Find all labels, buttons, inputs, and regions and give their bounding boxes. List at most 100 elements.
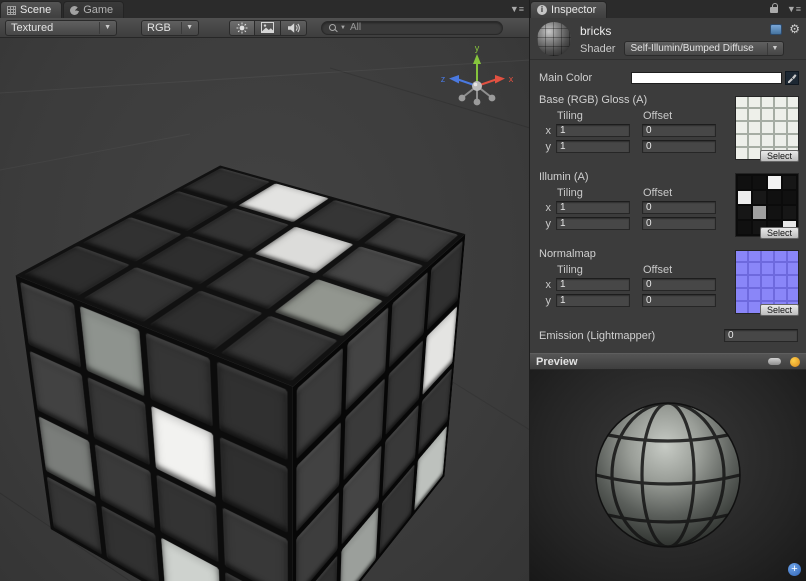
normalmap-tiling-x-input[interactable] (556, 278, 630, 291)
inspector-tab-icon (537, 5, 547, 15)
lock-icon[interactable] (770, 7, 778, 13)
material-header: bricks Shader Self-Illumin/Bumped Diffus… (530, 18, 806, 60)
y-axis-cone[interactable] (473, 54, 481, 64)
gizmo-minus-axis-handle[interactable] (474, 99, 481, 106)
chevron-down-icon: ▼ (99, 22, 111, 34)
search-icon (329, 24, 336, 31)
normalmap-offset-x-input[interactable] (642, 278, 716, 291)
chevron-down-icon: ▼ (181, 22, 193, 34)
color-mode-value: RGB (147, 22, 171, 34)
orientation-gizmo[interactable]: y x z (437, 42, 517, 118)
scene-panel: Scene Game Textured ▼ RGB ▼ (0, 0, 530, 581)
base-offset-y-input[interactable] (642, 140, 716, 153)
texture-section-illumin: Illumin (A) Tiling Offset x y Se (539, 171, 799, 239)
tiling-header: Tiling (557, 187, 643, 199)
normalmap-offset-y-input[interactable] (642, 294, 716, 307)
y-row-label: y (539, 141, 551, 153)
x-row-label: x (539, 279, 551, 291)
emission-input[interactable] (724, 329, 798, 342)
draw-mode-dropdown[interactable]: Textured ▼ (5, 20, 117, 36)
select-base-texture-button[interactable]: Select (760, 150, 799, 162)
texture-section-base: Base (RGB) Gloss (A) Tiling Offset x y S… (539, 94, 799, 162)
add-icon[interactable]: + (788, 563, 801, 576)
game-tab-icon (70, 6, 79, 15)
preview-light-icon[interactable] (790, 357, 800, 367)
tab-game-label: Game (83, 4, 113, 16)
brick-cube[interactable] (129, 214, 390, 561)
z-axis-label: z (441, 74, 446, 84)
preview-header[interactable]: Preview (530, 353, 806, 370)
gear-icon[interactable]: ⚙ (789, 23, 800, 35)
normalmap-tiling-y-input[interactable] (556, 294, 630, 307)
illumin-thumb-cell (783, 206, 796, 219)
skybox-toggle[interactable] (255, 20, 281, 36)
scene-viewport[interactable]: y x z (0, 38, 529, 581)
illumin-offset-x-input[interactable] (642, 201, 716, 214)
illumin-thumb-cell (738, 176, 751, 189)
inspector-panel-menu-icon[interactable] (787, 4, 801, 14)
main-color-swatch[interactable] (631, 72, 782, 84)
material-properties: Main Color Base (RGB) Gloss (A) Tiling O… (530, 60, 806, 344)
image-icon (261, 22, 274, 33)
tiling-header: Tiling (557, 110, 643, 122)
tab-inspector-label: Inspector (551, 4, 596, 16)
z-axis-cone[interactable] (449, 75, 459, 84)
base-offset-x-input[interactable] (642, 124, 716, 137)
lighting-toggle[interactable] (229, 20, 255, 36)
gizmo-minus-axis-handle[interactable] (489, 95, 496, 102)
illumin-thumb-cell (738, 191, 751, 204)
texture-section-normalmap: Normalmap Tiling Offset x y Select (539, 248, 799, 316)
gizmo-center-sphere[interactable] (472, 81, 482, 91)
material-name: bricks (580, 24, 611, 38)
sun-icon (236, 22, 248, 34)
illumin-tiling-x-input[interactable] (556, 201, 630, 214)
tab-scene[interactable]: Scene (0, 1, 62, 18)
shader-dropdown[interactable]: Self-Illumin/Bumped Diffuse ▼ (624, 41, 784, 56)
illumin-thumb-cell (738, 221, 751, 234)
x-row-label: x (539, 125, 551, 137)
scene-view-toggles (229, 20, 307, 36)
draw-mode-value: Textured (11, 22, 53, 34)
scene-search-input[interactable] (350, 22, 495, 33)
preview-mesh-icon[interactable] (768, 358, 781, 365)
chevron-down-icon: ▼ (767, 43, 779, 55)
illumin-tiling-y-input[interactable] (556, 217, 630, 230)
scene-search-field[interactable]: ▼ (321, 21, 503, 35)
preview-body[interactable]: + (530, 370, 806, 581)
audio-toggle[interactable] (281, 20, 307, 36)
color-picker-button[interactable] (785, 71, 799, 85)
normalmap-texture-thumbnail[interactable]: Select (735, 250, 799, 314)
eyedropper-icon (787, 73, 797, 83)
inspector-tabstrip: Inspector (530, 0, 806, 18)
scene-toolbar: Textured ▼ RGB ▼ (0, 18, 529, 38)
illumin-thumb-cell (783, 176, 796, 189)
illumin-thumb-cell (738, 206, 751, 219)
emission-label: Emission (Lightmapper) (539, 330, 724, 342)
color-mode-dropdown[interactable]: RGB ▼ (141, 20, 199, 36)
help-book-icon[interactable] (770, 24, 782, 35)
scene-3d-area (0, 38, 529, 581)
tiling-header: Tiling (557, 264, 643, 276)
scene-tabstrip: Scene Game (0, 0, 529, 18)
x-axis-cone[interactable] (495, 75, 505, 84)
tab-inspector[interactable]: Inspector (530, 1, 607, 18)
unity-window: Scene Game Textured ▼ RGB ▼ (0, 0, 806, 581)
select-normalmap-texture-button[interactable]: Select (760, 304, 799, 316)
y-row-label: y (539, 218, 551, 230)
illumin-thumb-cell (768, 206, 781, 219)
offset-header: Offset (643, 110, 672, 122)
illumin-thumb-cell (753, 176, 766, 189)
base-tiling-x-input[interactable] (556, 124, 630, 137)
select-illumin-texture-button[interactable]: Select (760, 227, 799, 239)
base-tiling-y-input[interactable] (556, 140, 630, 153)
illumin-texture-thumbnail[interactable]: Select (735, 173, 799, 237)
illumin-offset-y-input[interactable] (642, 217, 716, 230)
y-axis-label: y (475, 43, 480, 53)
scene-panel-menu-icon[interactable] (510, 4, 524, 14)
gizmo-minus-axis-handle[interactable] (459, 95, 466, 102)
illumin-thumb-cell (753, 206, 766, 219)
tab-game[interactable]: Game (63, 1, 124, 18)
search-filter-chevron-icon: ▼ (340, 25, 346, 31)
base-texture-thumbnail[interactable]: Select (735, 96, 799, 160)
x-axis-label: x (509, 74, 514, 84)
